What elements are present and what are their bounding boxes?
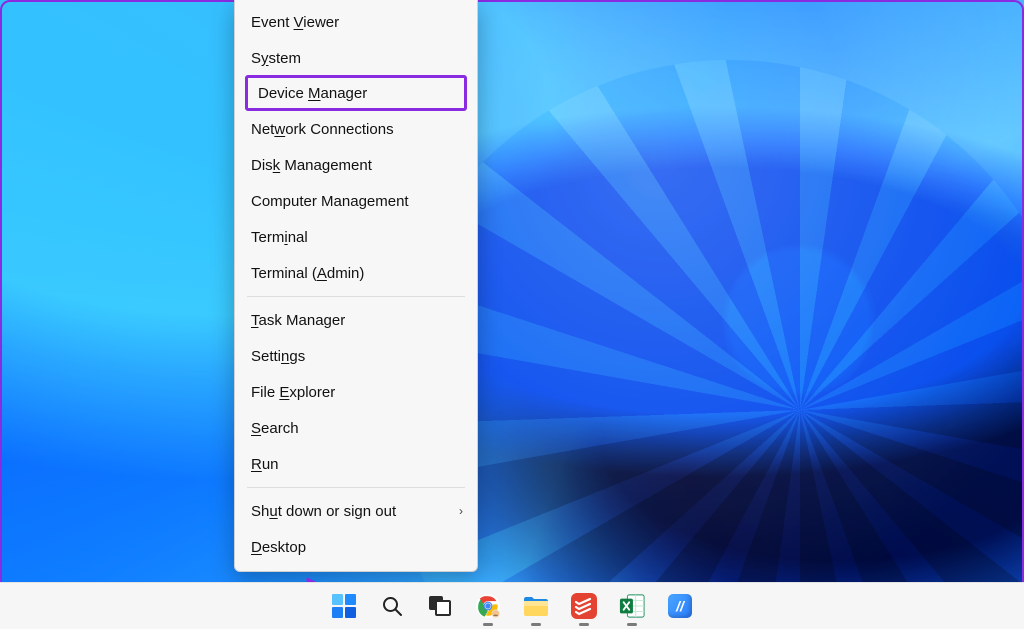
start-icon-wrap (331, 593, 357, 619)
menu-item-label: Task Manager (251, 312, 345, 329)
menu-item-terminal[interactable]: Terminal (237, 219, 475, 255)
task-view-button[interactable] (419, 585, 461, 627)
menu-item-file-explorer[interactable]: File Explorer (237, 374, 475, 410)
menu-separator (247, 296, 465, 297)
menu-item-computer-management[interactable]: Computer Management (237, 183, 475, 219)
search-icon (380, 594, 404, 618)
file-explorer-icon-wrap (523, 593, 549, 619)
menu-item-system[interactable]: System (237, 40, 475, 76)
menu-item-task-manager[interactable]: Task Manager (237, 302, 475, 338)
menu-item-event-viewer[interactable]: Event Viewer (237, 4, 475, 40)
menu-item-label: Terminal (251, 229, 308, 246)
file-explorer-app[interactable] (515, 585, 557, 627)
menu-item-desktop[interactable]: Desktop (237, 529, 475, 565)
excel-icon-wrap (619, 593, 645, 619)
file-explorer-icon (523, 594, 549, 618)
menu-item-device-manager[interactable]: Device Manager (245, 75, 467, 111)
menu-item-terminal-admin[interactable]: Terminal (Admin) (237, 255, 475, 291)
winx-context-menu[interactable]: Event Viewer System Device Manager Network … (234, 0, 478, 572)
menu-item-label: Disk Management (251, 157, 372, 174)
todoist-icon-wrap (571, 593, 597, 619)
excel-app[interactable] (611, 585, 653, 627)
words-app[interactable]: // (659, 585, 701, 627)
desktop-wallpaper (0, 0, 1024, 583)
menu-item-network-connections[interactable]: Network Connections (237, 111, 475, 147)
menu-item-label: Computer Management (251, 193, 409, 210)
menu-item-settings[interactable]: Settings (237, 338, 475, 374)
windows-start-icon (332, 594, 356, 618)
task-view-icon (429, 596, 451, 616)
excel-icon (619, 593, 645, 619)
menu-item-label: Desktop (251, 539, 306, 556)
todoist-app[interactable] (563, 585, 605, 627)
menu-item-label: System (251, 50, 301, 67)
taskbar: // (0, 582, 1024, 629)
menu-item-label: Network Connections (251, 121, 394, 138)
task-view-icon-wrap (427, 593, 453, 619)
menu-item-label: Event Viewer (251, 14, 339, 31)
search-button[interactable] (371, 585, 413, 627)
chrome-icon-wrap (475, 593, 501, 619)
menu-item-label: Search (251, 420, 299, 437)
menu-item-label: File Explorer (251, 384, 335, 401)
menu-item-search[interactable]: Search (237, 410, 475, 446)
menu-item-label: Shut down or sign out (251, 503, 396, 520)
words-app-icon: // (668, 594, 692, 618)
chrome-icon (475, 593, 501, 619)
chevron-right-icon: › (459, 504, 463, 518)
menu-item-label: Terminal (Admin) (251, 265, 364, 282)
menu-item-disk-management[interactable]: Disk Management (237, 147, 475, 183)
menu-separator (247, 487, 465, 488)
words-icon-wrap: // (667, 593, 693, 619)
menu-item-label: Device Manager (258, 85, 367, 102)
menu-item-label: Settings (251, 348, 305, 365)
search-icon-wrap (379, 593, 405, 619)
start-button[interactable] (323, 585, 365, 627)
todoist-icon (571, 593, 597, 619)
menu-item-run[interactable]: Run (237, 446, 475, 482)
menu-item-shut-down-or-sign-out[interactable]: Shut down or sign out › (237, 493, 475, 529)
menu-item-label: Run (251, 456, 279, 473)
chrome-app[interactable] (467, 585, 509, 627)
